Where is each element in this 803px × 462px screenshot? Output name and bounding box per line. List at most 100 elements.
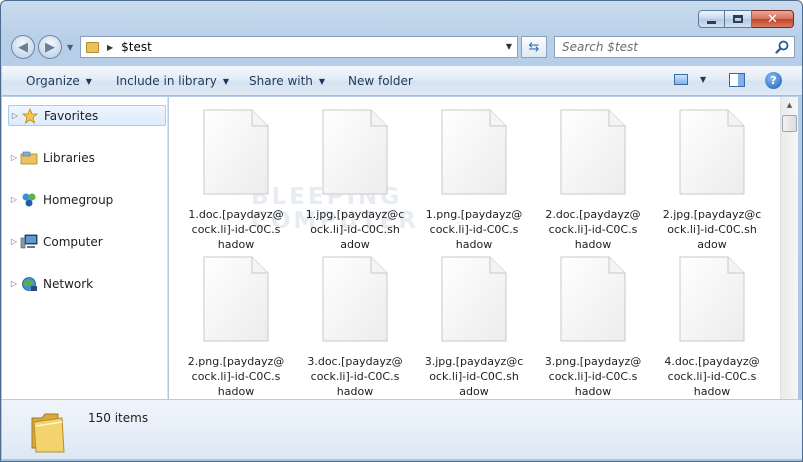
file-name-line: adow [340, 238, 370, 251]
organize-button[interactable]: Organize ▼ [26, 74, 92, 88]
include-in-library-label: Include in library [116, 74, 217, 88]
preview-pane-button[interactable] [729, 73, 745, 87]
search-icon[interactable] [775, 40, 789, 54]
file-name-line: hadow [693, 385, 731, 398]
network-icon [20, 276, 38, 292]
file-name-line: cock.li]-id-C0C.s [667, 370, 757, 383]
file-name-line: adow [459, 385, 489, 398]
chevron-down-icon: ▼ [318, 76, 326, 86]
nav-item-libraries[interactable]: ▷ Libraries [8, 147, 166, 168]
nav-item-label: Favorites [44, 108, 99, 123]
expand-arrow-icon[interactable]: ▷ [9, 111, 21, 120]
maximize-button[interactable] [725, 10, 752, 28]
file-item[interactable]: 1.png.[paydayz@ cock.li]-id-C0C.s hadow [421, 109, 527, 252]
file-name-line: 1.jpg.[paydayz@c [305, 208, 405, 221]
nav-item-label: Computer [43, 234, 103, 249]
file-name: 2.doc.[paydayz@ cock.li]-id-C0C.s hadow [540, 207, 646, 252]
nav-item-favorites[interactable]: ▷ Favorites [8, 105, 166, 126]
address-bar[interactable]: ▶ $test ▼ [80, 36, 518, 58]
expand-arrow-icon[interactable]: ▷ [8, 237, 20, 246]
caption-buttons: ✕ [698, 10, 794, 28]
homegroup-icon [20, 192, 38, 208]
expand-arrow-icon[interactable]: ▷ [8, 153, 20, 162]
share-with-button[interactable]: Share with ▼ [249, 74, 325, 88]
file-name-line: 1.doc.[paydayz@ [188, 208, 284, 221]
file-name-line: cock.li]-id-C0C.s [548, 223, 638, 236]
file-name-line: 4.doc.[paydayz@ [664, 355, 760, 368]
breadcrumb-arrow-icon[interactable]: ▶ [107, 43, 113, 52]
details-pane: 150 items [2, 399, 802, 459]
chevron-down-icon[interactable]: ▼ [700, 75, 706, 84]
nav-item-computer[interactable]: ▷ Computer [8, 231, 166, 252]
file-item[interactable]: 2.jpg.[paydayz@c ock.li]-id-C0C.sh adow [659, 109, 765, 252]
file-name-line: 2.png.[paydayz@ [187, 355, 285, 368]
document-icon [679, 256, 745, 342]
forward-button[interactable]: ▶ [38, 35, 62, 59]
file-name-line: ock.li]-id-C0C.sh [667, 223, 757, 236]
share-with-label: Share with [249, 74, 313, 88]
file-name-line: 1.png.[paydayz@ [425, 208, 523, 221]
file-name-line: cock.li]-id-C0C.s [310, 370, 400, 383]
file-item[interactable]: 2.doc.[paydayz@ cock.li]-id-C0C.s hadow [540, 109, 646, 252]
minimize-icon [707, 20, 716, 24]
file-item[interactable]: 3.png.[paydayz@ cock.li]-id-C0C.s hadow [540, 256, 646, 399]
forward-arrow-icon: ▶ [45, 39, 55, 55]
back-button[interactable]: ◀ [11, 35, 35, 59]
refresh-icon: ⇆ [528, 39, 540, 55]
document-icon [322, 256, 388, 342]
document-icon [203, 256, 269, 342]
file-item[interactable]: 2.png.[paydayz@ cock.li]-id-C0C.s hadow [183, 256, 289, 399]
search-input[interactable]: Search $test [554, 36, 795, 58]
file-name-line: ock.li]-id-C0C.sh [429, 370, 519, 383]
nav-item-label: Libraries [43, 150, 95, 165]
expand-arrow-icon[interactable]: ▷ [8, 279, 20, 288]
scroll-thumb[interactable] [782, 115, 797, 132]
address-dropdown-icon[interactable]: ▼ [506, 42, 512, 51]
file-name-line: 3.doc.[paydayz@ [307, 355, 403, 368]
scroll-up-icon[interactable]: ▲ [781, 97, 798, 113]
folder-icon [31, 413, 65, 453]
address-path[interactable]: $test [121, 40, 152, 54]
file-item[interactable]: 4.doc.[paydayz@ cock.li]-id-C0C.s hadow [659, 256, 765, 399]
recent-pages-dropdown[interactable]: ▼ [67, 43, 73, 52]
refresh-button[interactable]: ⇆ [521, 36, 547, 58]
file-name-line: hadow [336, 385, 374, 398]
file-name: 1.jpg.[paydayz@c ock.li]-id-C0C.sh adow [302, 207, 408, 252]
new-folder-button[interactable]: New folder [348, 74, 413, 88]
nav-item-label: Network [43, 276, 94, 291]
file-name-line: ock.li]-id-C0C.sh [310, 223, 400, 236]
document-icon [441, 256, 507, 342]
nav-item-homegroup[interactable]: ▷ Homegroup [8, 189, 166, 210]
search-placeholder: Search $test [562, 40, 638, 54]
new-folder-label: New folder [348, 74, 413, 88]
document-icon [441, 109, 507, 195]
include-in-library-button[interactable]: Include in library ▼ [116, 74, 229, 88]
file-item[interactable]: 3.doc.[paydayz@ cock.li]-id-C0C.s hadow [302, 256, 408, 399]
file-name-line: cock.li]-id-C0C.s [191, 223, 281, 236]
minimize-button[interactable] [698, 10, 725, 28]
nav-item-network[interactable]: ▷ Network [8, 273, 166, 294]
chevron-down-icon: ▼ [222, 76, 230, 86]
file-name-line: 2.jpg.[paydayz@c [662, 208, 762, 221]
file-name: 3.png.[paydayz@ cock.li]-id-C0C.s hadow [540, 354, 646, 399]
document-icon [560, 256, 626, 342]
command-bar: Organize ▼ Include in library ▼ Share with… [2, 65, 802, 96]
help-button[interactable]: ? [765, 72, 782, 89]
file-item[interactable]: 1.jpg.[paydayz@c ock.li]-id-C0C.sh adow [302, 109, 408, 252]
nav-item-label: Homegroup [43, 192, 114, 207]
folder-icon [86, 41, 99, 53]
vertical-scrollbar[interactable]: ▲ [780, 97, 798, 399]
file-name: 1.doc.[paydayz@ cock.li]-id-C0C.s hadow [183, 207, 289, 252]
close-button[interactable]: ✕ [752, 10, 794, 28]
file-list: BLEEPING COMPUTER 1.doc.[paydayz@ cock.li… [169, 97, 780, 399]
expand-arrow-icon[interactable]: ▷ [8, 195, 20, 204]
file-name-line: hadow [574, 238, 612, 251]
view-icon [674, 74, 688, 85]
close-icon: ✕ [767, 11, 778, 27]
file-name-line: 3.jpg.[paydayz@c [424, 355, 524, 368]
file-item[interactable]: 1.doc.[paydayz@ cock.li]-id-C0C.s hadow [183, 109, 289, 252]
computer-icon [20, 234, 38, 250]
file-name-line: hadow [217, 385, 255, 398]
file-item[interactable]: 3.jpg.[paydayz@c ock.li]-id-C0C.sh adow [421, 256, 527, 399]
change-view-button[interactable]: ▼ [674, 74, 706, 85]
